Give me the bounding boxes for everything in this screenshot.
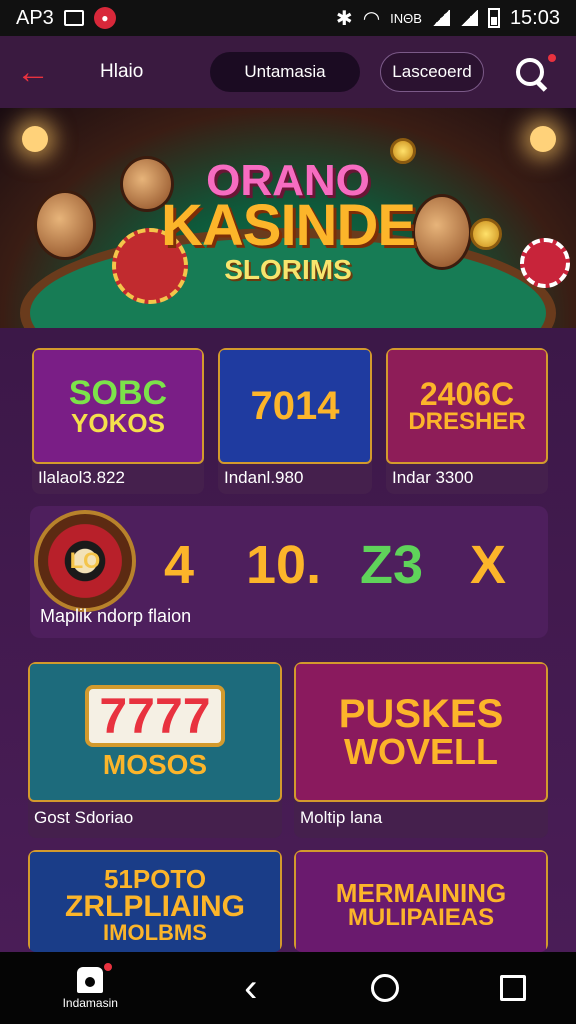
home-tab-label: Indamasin [62, 995, 118, 1010]
hero-title-line3: SLORIMS [224, 254, 352, 285]
home-notification-dot [104, 962, 113, 971]
lamp-right-icon [530, 126, 556, 152]
nav-home-icon[interactable] [371, 974, 400, 1002]
lamp-left-icon [22, 126, 48, 152]
game-thumbnail: 7014 [218, 348, 372, 464]
thumb-subtitle-2: IMOLBMS [103, 920, 207, 945]
game-card-4[interactable]: 7777 MOSOS Gost Sdoriao [28, 662, 282, 838]
stat-value-2: 10. [246, 535, 322, 595]
game-thumbnail: 51POTO ZRLPLIAING IMOLBMS [28, 850, 282, 952]
clock: 15:03 [509, 6, 560, 29]
bluetooth-icon: ✱ [335, 7, 353, 30]
thumb-subtitle: MULIPAIEAS [347, 904, 495, 931]
thumb-title: SOBC [68, 374, 168, 412]
thumb-subtitle: ZRLPLIAING [65, 890, 245, 923]
game-caption: Indanl.980 [224, 468, 304, 487]
thumb-title: MERMAINING [335, 878, 507, 908]
stat-value-3: Z3 [360, 535, 424, 595]
thumb-subtitle: WOVELL [344, 731, 498, 772]
nav-back-icon[interactable]: ‹ [231, 966, 271, 1011]
game-thumbnail: SOBC YOKOS [32, 348, 204, 464]
thumb-title: 2406C [419, 376, 515, 412]
bottom-nav-bar: Indamasin ‹ [0, 952, 576, 1024]
game-caption: Moltip lana [300, 808, 383, 827]
roulette-wheel-icon: LO [34, 510, 136, 612]
page-title: Hlaio [100, 61, 144, 82]
thumb-subtitle: DRESHER [408, 408, 526, 435]
game-card-5[interactable]: PUSKES WOVELL Moltip lana [294, 662, 548, 838]
hero-title-line2: KASINDE [160, 193, 416, 258]
stat-value-1: 4 [164, 535, 195, 595]
app-bar: ← Hlaio Untamasia Lasceoerd [0, 36, 576, 108]
arrow-left-icon[interactable]: ← [16, 52, 56, 92]
game-thumbnail: 7777 MOSOS [28, 662, 282, 802]
game-card-3[interactable]: 2406C DRESHER Indar 3300 [386, 348, 548, 494]
thumb-title: PUSKES [338, 692, 504, 736]
notification-badge-icon: ● [93, 7, 116, 29]
thumb-title: 51POTO [103, 864, 207, 894]
signal-icon [431, 10, 450, 26]
thumb-title: 7014 [250, 384, 340, 428]
search-icon[interactable] [508, 50, 556, 94]
battery-icon [487, 8, 500, 28]
status-left-label: AP3 [16, 6, 54, 29]
signal-icon-2 [459, 10, 478, 26]
stats-panel[interactable]: LO 4 10. Z3 X Maplik ndorp flaion [30, 506, 548, 638]
game-caption: Ilalaol3.822 [38, 468, 125, 487]
search-notification-dot [548, 54, 556, 62]
tab-untamasia[interactable]: Untamasia [210, 52, 360, 92]
game-thumbnail: 2406C DRESHER [386, 348, 548, 464]
game-grid: SOBC YOKOS Ilalaol3.822 7014 Indanl.980 … [0, 328, 576, 952]
image-notification-icon [63, 10, 84, 26]
game-caption: Indar 3300 [392, 468, 474, 487]
thumb-subtitle: MOSOS [102, 749, 208, 780]
slot-reels: 7777 [85, 685, 225, 747]
home-icon [77, 966, 104, 993]
tab-lasceoerd[interactable]: Lasceoerd [380, 52, 484, 92]
thumb-subtitle: YOKOS [71, 408, 165, 438]
status-bar: AP3 ● ✱ ◠ ΙΝΘΒ 15:03 [0, 0, 576, 36]
game-card-6[interactable]: 51POTO ZRLPLIAING IMOLBMS [28, 850, 282, 952]
stat-value-4: X [470, 535, 507, 595]
game-thumbnail: MERMAINING MULIPAIEAS [294, 850, 548, 952]
stats-label: Maplik ndorp flaion [40, 606, 192, 626]
network-label: ΙΝΘΒ [390, 10, 422, 26]
game-caption: Gost Sdoriao [34, 808, 134, 827]
nav-recents-icon[interactable] [499, 975, 526, 1001]
game-card-1[interactable]: SOBC YOKOS Ilalaol3.822 [32, 348, 204, 494]
nav-home-tab[interactable]: Indamasin [50, 962, 130, 1010]
roulette-label: LO [69, 548, 101, 573]
game-thumbnail: PUSKES WOVELL [294, 662, 548, 802]
game-card-2[interactable]: 7014 Indanl.980 [218, 348, 372, 494]
hero-banner[interactable]: ORANO KASINDE SLORIMS [0, 108, 576, 328]
game-card-7[interactable]: MERMAINING MULIPAIEAS [294, 850, 548, 952]
wifi-icon: ◠ [362, 7, 381, 30]
